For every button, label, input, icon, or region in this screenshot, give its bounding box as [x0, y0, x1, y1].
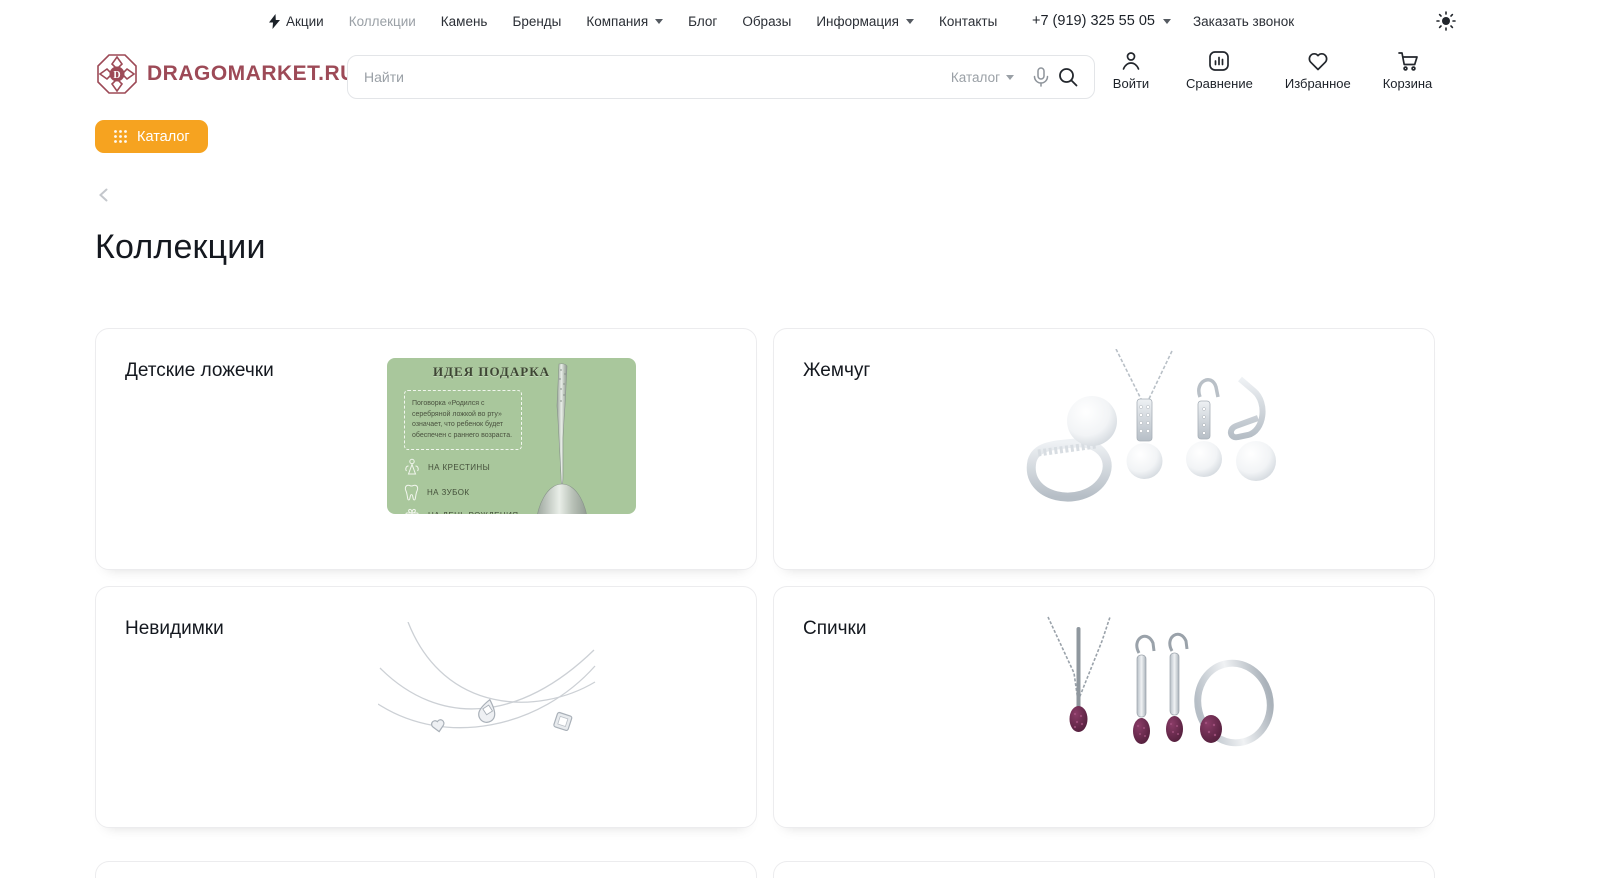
theme-toggle-button[interactable]: [1436, 11, 1456, 31]
favorites-button[interactable]: Избранное: [1285, 49, 1351, 91]
grid-icon: [113, 129, 128, 144]
action-label: Избранное: [1285, 76, 1351, 91]
collection-title: Жемчуг: [803, 360, 870, 382]
banner-item-christening: НА КРЕСТИНЫ: [404, 458, 490, 476]
top-navigation: Акции Коллекции Камень Бренды Компания Б…: [268, 0, 997, 42]
topnav-item-promotions[interactable]: Акции: [268, 14, 324, 29]
search-input[interactable]: [364, 69, 951, 85]
action-label: Корзина: [1383, 76, 1433, 91]
lightning-icon: [268, 14, 281, 29]
cart-icon: [1396, 49, 1420, 73]
banner-item-label: НА ЗУБОК: [427, 488, 469, 497]
heart-icon: [1306, 49, 1330, 73]
collection-image-matches: [1044, 615, 1276, 775]
microphone-icon: [1032, 67, 1050, 87]
topnav-label: Образы: [742, 14, 791, 29]
topnav-item-collections[interactable]: Коллекции: [349, 14, 416, 29]
topnav-label: Информация: [816, 14, 899, 29]
chevron-down-icon: [906, 19, 914, 24]
topnav-item-blog[interactable]: Блог: [688, 14, 717, 29]
request-call-link[interactable]: Заказать звонок: [1193, 14, 1294, 29]
banner-item-label: НА ДЕНЬ РОЖДЕНИЯ: [428, 511, 518, 515]
action-label: Войти: [1113, 76, 1149, 91]
collection-card-partial[interactable]: [95, 861, 757, 878]
tooth-icon: [404, 484, 419, 501]
banner-quote: Поговорка «Родился с серебряной ложкой в…: [404, 390, 522, 450]
topnav-label: Контакты: [939, 14, 997, 29]
header-actions: Войти Сравнение Избранное Корзина: [1108, 49, 1432, 91]
chevron-left-icon: [95, 186, 113, 204]
compare-icon: [1207, 49, 1231, 73]
collection-title: Детские ложечки: [125, 360, 274, 382]
topnav-label: Бренды: [512, 14, 561, 29]
catalog-button[interactable]: Каталог: [95, 120, 208, 153]
collections-grid: Детские ложечки ИДЕЯ ПОДАРКА Поговорка «…: [95, 328, 1435, 828]
gift-icon: [404, 508, 420, 514]
banner-item-tooth: НА ЗУБОК: [404, 484, 469, 501]
topnav-label: Коллекции: [349, 14, 416, 29]
topnav-item-company[interactable]: Компания: [586, 14, 663, 29]
search-icon: [1058, 67, 1078, 87]
search-bar: Каталог: [347, 55, 1095, 99]
collection-card-pearls[interactable]: Жемчуг: [773, 328, 1435, 570]
cart-button[interactable]: Корзина: [1383, 49, 1433, 91]
topnav-item-stone[interactable]: Камень: [441, 14, 488, 29]
page-title: Коллекции: [95, 228, 1606, 267]
topnav-label: Акции: [286, 14, 324, 29]
collection-card-invisible[interactable]: Невидимки: [95, 586, 757, 828]
site-logo[interactable]: D DRAGOMARKET.RU: [95, 52, 356, 96]
voice-search-button[interactable]: [1028, 63, 1054, 91]
collection-card-spoons[interactable]: Детские ложечки ИДЕЯ ПОДАРКА Поговорка «…: [95, 328, 757, 570]
search-category-label: Каталог: [951, 70, 1000, 85]
topnav-label: Блог: [688, 14, 717, 29]
logo-text: DRAGOMARKET.RU: [147, 62, 356, 86]
banner-item-birthday: НА ДЕНЬ РОЖДЕНИЯ: [404, 508, 518, 514]
collection-image-pearls: [1004, 349, 1284, 514]
search-category-select[interactable]: Каталог: [951, 70, 1014, 85]
topnav-label: Камень: [441, 14, 488, 29]
action-label: Сравнение: [1186, 76, 1253, 91]
top-bar: Акции Коллекции Камень Бренды Компания Б…: [0, 0, 1606, 42]
collection-image-invisible: [378, 622, 596, 760]
topnav-item-looks[interactable]: Образы: [742, 14, 791, 29]
site-header: D DRAGOMARKET.RU Каталог: [0, 46, 1606, 108]
collection-image-spoons: ИДЕЯ ПОДАРКА Поговорка «Родился с серебр…: [387, 358, 636, 514]
logo-ornament-icon: D: [95, 52, 139, 96]
angel-icon: [404, 458, 420, 476]
collection-title: Невидимки: [125, 618, 224, 640]
topnav-item-contacts[interactable]: Контакты: [939, 14, 997, 29]
topnav-item-information[interactable]: Информация: [816, 14, 914, 29]
collection-card-partial[interactable]: [773, 861, 1435, 878]
compare-button[interactable]: Сравнение: [1186, 49, 1253, 91]
catalog-button-label: Каталог: [137, 129, 190, 145]
sun-icon: [1436, 11, 1456, 31]
pearl-jewelry-image: [1004, 349, 1284, 514]
back-button[interactable]: [95, 186, 113, 204]
chevron-down-icon: [1163, 19, 1171, 24]
topnav-label: Компания: [586, 14, 648, 29]
phone-label: +7 (919) 325 55 05: [1032, 13, 1155, 29]
chevron-down-icon: [655, 19, 663, 24]
silver-spoon-image: [532, 358, 592, 514]
collection-card-matches[interactable]: Спички: [773, 586, 1435, 828]
phone-number[interactable]: +7 (919) 325 55 05: [1032, 13, 1171, 29]
chevron-down-icon: [1006, 75, 1014, 80]
banner-item-label: НА КРЕСТИНЫ: [428, 463, 490, 472]
logo-letter: D: [113, 70, 120, 81]
topnav-item-brands[interactable]: Бренды: [512, 14, 561, 29]
search-submit-button[interactable]: [1054, 63, 1082, 91]
match-jewelry-image: [1044, 615, 1276, 775]
login-button[interactable]: Войти: [1108, 49, 1154, 91]
collection-title: Спички: [803, 618, 866, 640]
collections-grid-next-row: [95, 861, 1435, 878]
invisible-necklaces-image: [378, 622, 596, 760]
user-icon: [1119, 49, 1143, 73]
